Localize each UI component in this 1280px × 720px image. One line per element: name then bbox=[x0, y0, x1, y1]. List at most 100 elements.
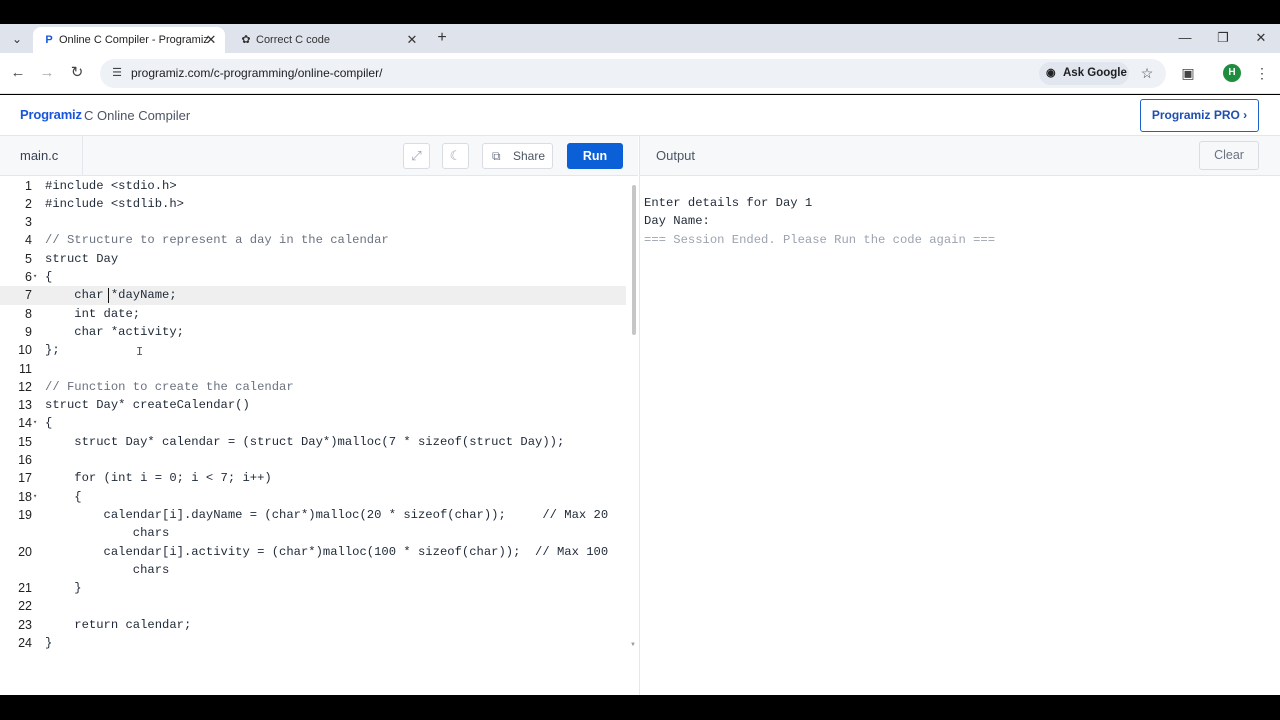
site-header: Programiz C Online Compiler Programiz PR… bbox=[0, 95, 1280, 136]
code-text: chars bbox=[45, 562, 170, 577]
line-number: 2 bbox=[25, 196, 32, 211]
google-lens-icon: ◉ bbox=[1046, 67, 1056, 79]
reload-icon[interactable]: ↻ bbox=[68, 64, 86, 82]
restore-icon[interactable]: ❐ bbox=[1213, 28, 1233, 48]
bookmark-star-icon[interactable]: ☆ bbox=[1138, 64, 1156, 82]
line-number: 10 bbox=[18, 343, 32, 358]
code-line[interactable]: 15 struct Day* calendar = (struct Day*)m… bbox=[0, 433, 626, 451]
browser-tab-strip: ⌄ P Online C Compiler - Programiz ✕ ✿ Co… bbox=[0, 24, 1280, 53]
code-line[interactable]: 23 return calendar; bbox=[0, 616, 626, 634]
code-text: struct Day* createCalendar() bbox=[45, 398, 250, 413]
code-text: chars bbox=[45, 526, 170, 541]
close-tab-icon[interactable]: ✕ bbox=[404, 32, 420, 48]
code-line[interactable]: 24} bbox=[0, 634, 626, 652]
fold-arrow-icon[interactable]: ▾ bbox=[33, 268, 37, 286]
line-number: 16 bbox=[18, 453, 32, 467]
code-text: }; bbox=[45, 343, 60, 358]
share-icon: ⧉ bbox=[492, 149, 501, 163]
browser-tab-programiz[interactable]: P Online C Compiler - Programiz ✕ bbox=[33, 27, 225, 53]
line-number: 18 bbox=[18, 489, 32, 504]
new-tab-icon[interactable]: + bbox=[432, 28, 452, 48]
code-editor[interactable]: 1 #include <stdio.h> 2 #include <stdlib.h> 3… bbox=[0, 176, 638, 695]
page-title: C Online Compiler bbox=[84, 108, 191, 123]
url-text: programiz.com/c-programming/online-compi… bbox=[131, 66, 383, 80]
code-text: } bbox=[45, 581, 82, 596]
line-number: 21 bbox=[18, 581, 32, 596]
code-line[interactable]: 20 calendar[i].activity = (char*)malloc(… bbox=[0, 543, 626, 561]
code-text: char *activity; bbox=[45, 324, 184, 339]
code-line[interactable]: 3 bbox=[0, 213, 626, 231]
close-window-icon[interactable]: ✕ bbox=[1251, 28, 1271, 48]
code-line[interactable]: 4 // Structure to represent a day in the … bbox=[0, 231, 626, 249]
line-number: 12 bbox=[18, 379, 32, 394]
code-line[interactable]: 6 ▾ { bbox=[0, 268, 626, 286]
code-text: { bbox=[45, 270, 53, 284]
fold-arrow-icon[interactable]: ▾ bbox=[33, 488, 37, 506]
code-line[interactable]: 5 struct Day bbox=[0, 250, 626, 268]
code-text: for (int i = 0; i < 7; i++) bbox=[45, 471, 272, 486]
editor-scrollbar[interactable] bbox=[632, 185, 636, 335]
share-button[interactable]: ⧉ Share bbox=[482, 143, 553, 169]
address-bar[interactable]: ☰ programiz.com/c-programming/online-com… bbox=[100, 59, 1166, 88]
code-line[interactable]: 22 bbox=[0, 597, 626, 615]
scroll-down-arrow-icon[interactable]: ▼ bbox=[630, 642, 636, 648]
output-toolbar: Output Clear bbox=[639, 136, 1280, 176]
code-text: char *dayName; bbox=[45, 288, 177, 303]
fullscreen-collapse-icon[interactable]: ⤢ bbox=[403, 143, 430, 169]
code-line[interactable]: 17 for (int i = 0; i < 7; i++) bbox=[0, 469, 626, 487]
code-line[interactable]: 8 int date; bbox=[0, 305, 626, 323]
page: Programiz C Online Compiler Programiz PR… bbox=[0, 95, 1280, 695]
chatgpt-favicon-icon: ✿ bbox=[241, 34, 251, 46]
minimize-icon[interactable]: — bbox=[1175, 28, 1195, 48]
output-console[interactable]: Enter details for Day 1 Day Name: === Sess… bbox=[639, 176, 1280, 695]
line-number: 11 bbox=[19, 361, 32, 376]
extensions-icon[interactable]: ▣ bbox=[1179, 64, 1197, 82]
code-line[interactable]: 7 char *dayName; bbox=[0, 286, 626, 305]
fold-arrow-icon[interactable]: ▾ bbox=[33, 414, 37, 432]
line-number: 17 bbox=[18, 471, 32, 486]
site-info-icon[interactable]: ☰ bbox=[109, 65, 125, 81]
forward-icon[interactable]: → bbox=[38, 64, 56, 82]
code-line[interactable]: 10}; bbox=[0, 341, 626, 359]
code-text: struct Day* calendar = (struct Day*)mall… bbox=[45, 434, 565, 449]
code-line[interactable]: 19 calendar[i].dayName = (char*)malloc(2… bbox=[0, 506, 626, 524]
editor-toolbar: main.c ⤢ ☾ ⧉ Share Run bbox=[0, 136, 638, 176]
code-line[interactable]: 14 ▾ { bbox=[0, 414, 626, 432]
close-tab-icon[interactable]: ✕ bbox=[203, 32, 219, 48]
code-line[interactable]: chars bbox=[0, 561, 626, 579]
output-line: Day Name: bbox=[644, 214, 710, 229]
file-tab-main-c[interactable]: main.c bbox=[0, 136, 83, 175]
code-line[interactable]: 16 bbox=[0, 451, 626, 469]
code-line[interactable]: 11 bbox=[0, 360, 626, 378]
code-text: int date; bbox=[45, 306, 141, 321]
code-line[interactable]: 2 #include <stdlib.h> bbox=[0, 195, 626, 213]
back-icon[interactable]: ← bbox=[9, 64, 27, 82]
programiz-pro-button[interactable]: Programiz PRO › bbox=[1140, 99, 1259, 132]
tab-search-chevron-icon[interactable]: ⌄ bbox=[8, 30, 26, 48]
ask-google-button[interactable]: ◉ Ask Google bbox=[1039, 62, 1129, 85]
browser-tab-chatgpt[interactable]: ✿ Correct C code ✕ bbox=[230, 27, 426, 53]
code-line[interactable]: 13 struct Day* createCalendar() bbox=[0, 396, 626, 414]
code-line[interactable]: 18 ▾ { bbox=[0, 488, 626, 506]
code-line[interactable]: 1 #include <stdio.h> bbox=[0, 177, 626, 195]
profile-avatar[interactable]: H bbox=[1223, 64, 1241, 82]
mouse-ibeam-cursor-icon: I bbox=[136, 345, 144, 360]
run-button[interactable]: Run bbox=[567, 143, 623, 169]
code-line[interactable]: 12 // Function to create the calendar bbox=[0, 378, 626, 396]
code-text: #include <stdlib.h> bbox=[45, 196, 184, 211]
code-line[interactable]: 21 } bbox=[0, 579, 626, 597]
line-number: 7 bbox=[25, 288, 32, 303]
line-number: 13 bbox=[18, 398, 32, 413]
output-title: Output bbox=[656, 148, 696, 163]
line-number: 5 bbox=[25, 251, 32, 266]
code-line[interactable]: 9 char *activity; bbox=[0, 323, 626, 341]
code-line[interactable]: chars bbox=[0, 524, 626, 542]
programiz-logo[interactable]: Programiz bbox=[20, 107, 82, 122]
dark-mode-moon-icon[interactable]: ☾ bbox=[442, 143, 469, 169]
line-number: 23 bbox=[18, 617, 32, 632]
share-label: Share bbox=[513, 149, 546, 163]
clear-button[interactable]: Clear bbox=[1199, 141, 1259, 170]
ask-google-label: Ask Google bbox=[1063, 67, 1127, 79]
kebab-menu-icon[interactable]: ⋮ bbox=[1253, 64, 1271, 82]
text-cursor bbox=[108, 288, 109, 304]
